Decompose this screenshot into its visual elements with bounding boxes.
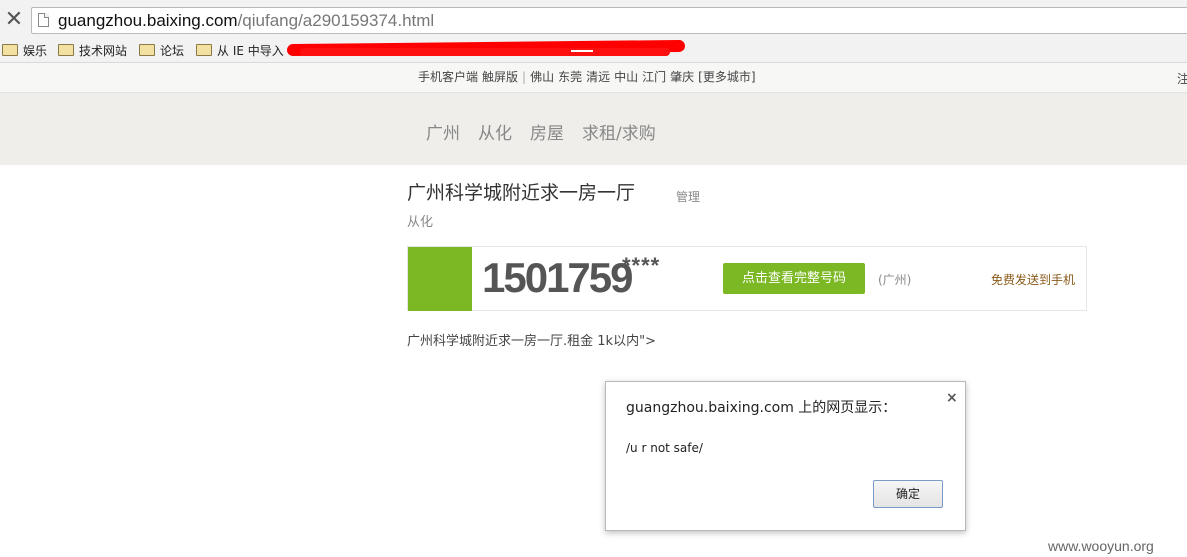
nav-conghua[interactable]: 从化 [478,124,512,144]
bookmark-folder-yule[interactable]: 娱乐 [2,42,47,60]
address-bar[interactable]: guangzhou.baixing.com/qiufang/a290159374… [31,7,1187,34]
nav-guangzhou[interactable]: 广州 [426,124,460,144]
bookmark-label: 从 IE 中导入 [217,44,284,58]
redaction-mark [300,48,670,56]
link-more-cities[interactable]: [更多城市] [698,70,755,84]
nav-rent-wanted[interactable]: 求租/求购 [582,124,656,144]
alert-dialog: guangzhou.baixing.com 上的网页显示： × /u r not… [605,381,966,531]
phone-icon-block [408,247,472,311]
close-icon[interactable]: × [946,390,958,406]
link-touch-version[interactable]: 触屏版 [482,70,518,84]
register-link[interactable]: 注 [1177,70,1187,87]
folder-icon [196,44,212,56]
folder-icon [58,44,74,56]
link-city-zhaoqing[interactable]: 肇庆 [670,70,694,84]
browser-toolbar: ✕ guangzhou.baixing.com/qiufang/a2901593… [0,0,1187,40]
redaction-gap [571,50,593,52]
site-header: 广州 从化 房屋 求租/求购 [0,93,1187,165]
link-city-qingyuan[interactable]: 清远 [586,70,610,84]
send-to-phone-link[interactable]: 免费发送到手机 [991,271,1075,288]
bookmark-label: 技术网站 [79,44,128,58]
divider: | [522,70,527,84]
link-city-dongguan[interactable]: 东莞 [558,70,582,84]
link-mobile-app[interactable]: 手机客户端 [418,70,478,84]
bookmark-label: 娱乐 [23,44,48,58]
breadcrumb: 广州 从化 房屋 求租/求购 [426,123,674,145]
site-toplinks: 手机客户端 触屏版 | 佛山 东莞 清远 中山 江门 肇庆 [更多城市] [0,63,1187,93]
bookmark-folder-forum[interactable]: 论坛 [139,42,184,60]
ok-button[interactable]: 确定 [873,480,943,508]
contact-box: 1501759 **** 点击查看完整号码 (广州) 免费发送到手机 [407,246,1087,311]
bookmark-folder-tech[interactable]: 技术网站 [58,42,127,60]
url-path: /qiufang/a290159374.html [237,11,435,30]
phone-region: (广州) [878,273,912,287]
link-city-zhongshan[interactable]: 中山 [614,70,638,84]
url-text[interactable]: guangzhou.baixing.com/qiufang/a290159374… [58,10,434,32]
nav-housing[interactable]: 房屋 [530,124,564,144]
post-description: 广州科学城附近求一房一厅.租金 1k以内"> [407,334,656,349]
manage-link[interactable]: 管理 [676,188,700,205]
page-title: 广州科学城附近求一房一厅 [407,182,636,204]
bookmark-folder-ie-import[interactable]: 从 IE 中导入 [196,42,284,60]
link-city-jiangmen[interactable]: 江门 [642,70,666,84]
dialog-message: /u r not safe/ [626,441,703,455]
dialog-title: guangzhou.baixing.com 上的网页显示： [626,400,897,416]
view-full-number-button[interactable]: 点击查看完整号码 [723,263,865,294]
folder-icon [2,44,18,56]
phone-number: 1501759 [482,254,634,301]
link-city-foshan[interactable]: 佛山 [530,70,554,84]
phone-mask: **** [622,253,661,278]
bookmark-label: 论坛 [160,44,185,58]
page-icon [38,13,49,27]
folder-icon [139,44,155,56]
post-area: 从化 [407,215,434,230]
stop-icon[interactable]: ✕ [4,9,24,31]
url-host: guangzhou.baixing.com [58,11,238,30]
watermark: www.wooyun.org [1048,538,1154,554]
